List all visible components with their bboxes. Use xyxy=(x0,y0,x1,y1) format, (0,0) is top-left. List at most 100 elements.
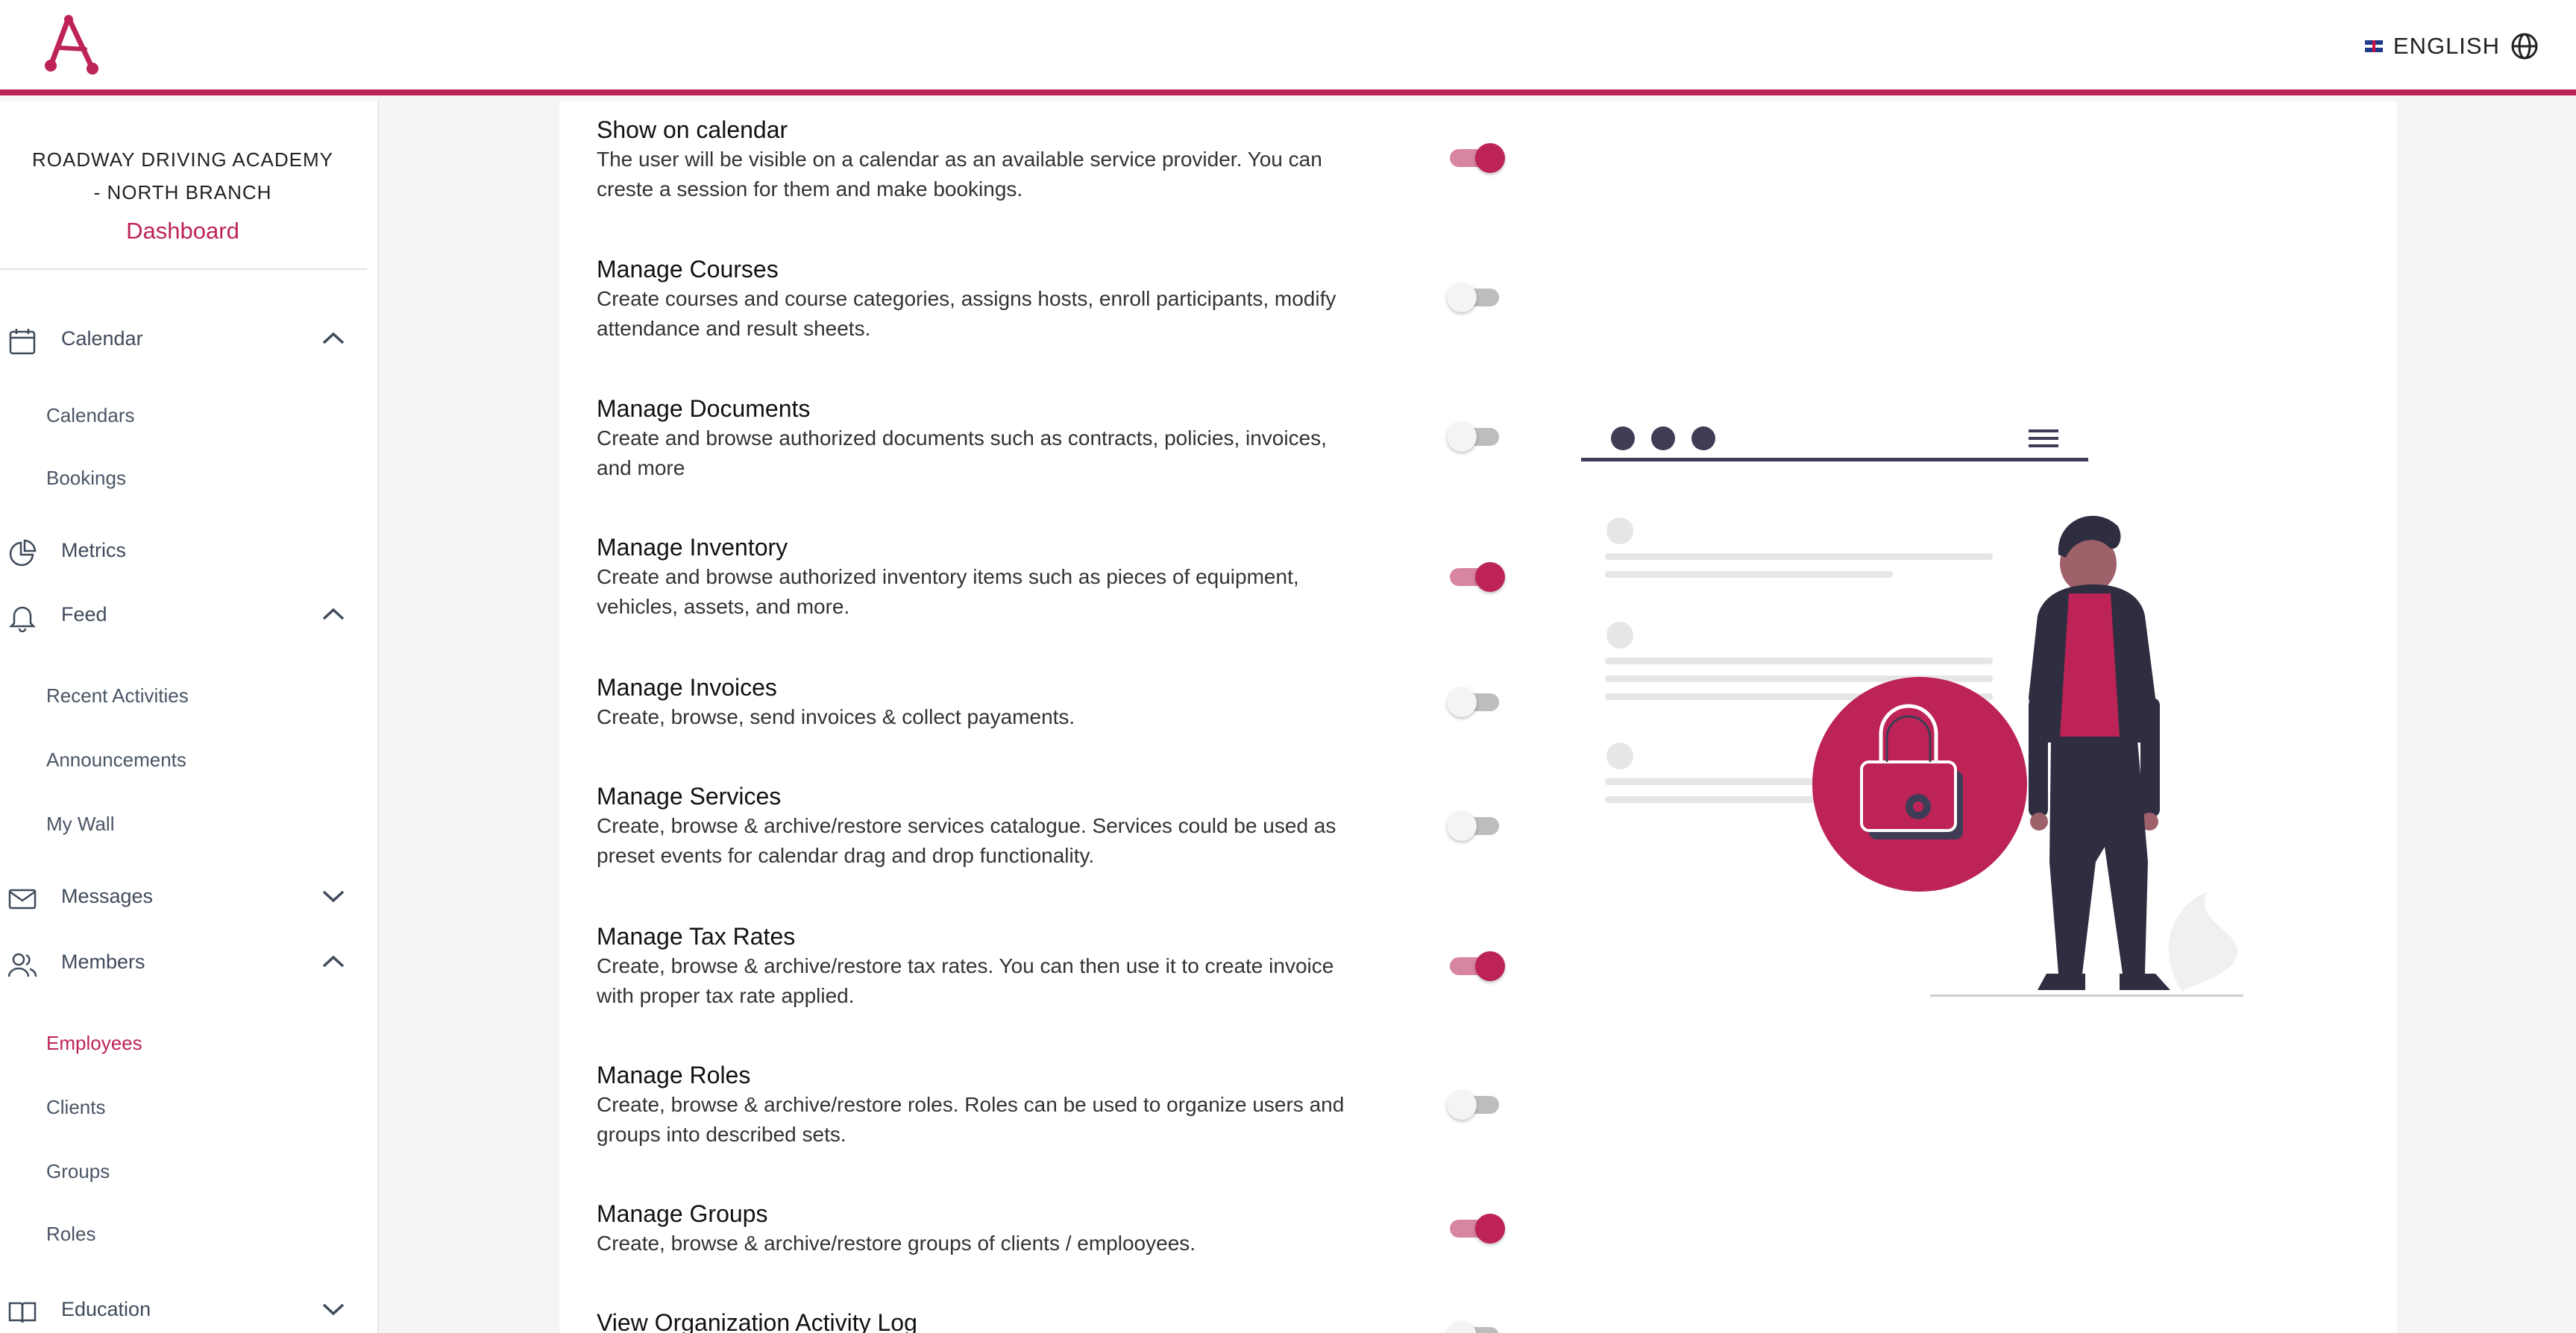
org-name-line1: ROADWAY DRIVING ACADEMY xyxy=(32,148,333,171)
permission-desc-line: Create and browse authorized inventory i… xyxy=(597,565,1299,588)
toggle-switch[interactable] xyxy=(1447,686,1505,717)
toggle-knob xyxy=(1447,687,1477,717)
permission-desc-line: Create, browse & archive/restore tax rat… xyxy=(597,954,1334,977)
sidebar-item-employees[interactable]: Employees xyxy=(46,1024,345,1062)
sidebar-label-feed: Feed xyxy=(61,602,107,625)
calendar-icon xyxy=(9,329,36,355)
permission-description: Create, browse & archive/restore groups … xyxy=(597,1229,1372,1258)
chevron-up-icon[interactable] xyxy=(321,328,346,349)
toggle-switch[interactable] xyxy=(1447,561,1505,592)
toggle-knob xyxy=(1475,562,1505,592)
sidebar-item-bookings[interactable]: Bookings xyxy=(46,459,345,497)
permission-desc-line: Create, browse & archive/restore roles. … xyxy=(597,1093,1345,1116)
permission-desc-line: creste a session for them and make booki… xyxy=(597,177,1023,201)
sidebar-label-messages: Messages xyxy=(61,884,154,907)
toggle-switch[interactable] xyxy=(1447,142,1505,173)
sidebar-section-messages[interactable]: Messages xyxy=(0,874,365,918)
permission-title: Manage Roles xyxy=(597,1062,751,1088)
permission-manage-invoices: Manage Invoices Create, browse, send inv… xyxy=(597,672,1663,732)
toggle-knob xyxy=(1475,143,1505,173)
toggle-knob xyxy=(1447,1090,1477,1120)
organization-name: ROADWAY DRIVING ACADEMY - NORTH BRANCH xyxy=(0,143,365,209)
sidebar-section-feed[interactable]: Feed xyxy=(0,592,365,637)
chevron-down-icon[interactable] xyxy=(321,886,346,907)
permission-desc-line: attendance and result sheets. xyxy=(597,317,871,340)
permission-description: Create and browse authorized inventory i… xyxy=(597,562,1372,622)
toggle-switch[interactable] xyxy=(1447,1320,1505,1333)
uk-flag-icon xyxy=(2364,40,2383,52)
permission-desc-line: The user will be visible on a calendar a… xyxy=(597,148,1322,171)
toggle-switch[interactable] xyxy=(1447,810,1505,841)
chevron-up-icon[interactable] xyxy=(321,604,346,625)
permission-manage-tax-rates: Manage Tax Rates Create, browse & archiv… xyxy=(597,921,1663,1011)
sidebar-divider xyxy=(0,268,367,270)
permission-manage-roles: Manage Roles Create, browse & archive/re… xyxy=(597,1060,1663,1150)
permission-desc-line: Create and browse authorized documents s… xyxy=(597,426,1327,450)
toggle-switch[interactable] xyxy=(1447,281,1505,312)
permission-manage-groups: Manage Groups Create, browse & archive/r… xyxy=(597,1199,1663,1258)
toggle-switch[interactable] xyxy=(1447,1212,1505,1244)
toggle-knob xyxy=(1447,422,1477,452)
permission-view-activity-log: View Organization Activity Log xyxy=(597,1308,1663,1333)
sidebar-label-calendar: Calendar xyxy=(61,327,143,350)
sidebar-item-clients[interactable]: Clients xyxy=(46,1088,345,1126)
chevron-down-icon[interactable] xyxy=(321,1299,346,1320)
sidebar-item-recent-activities[interactable]: Recent Activities xyxy=(46,677,345,714)
permission-description: Create courses and course categories, as… xyxy=(597,284,1372,344)
toggle-switch[interactable] xyxy=(1447,950,1505,981)
sidebar: ROADWAY DRIVING ACADEMY - NORTH BRANCH D… xyxy=(0,101,379,1333)
language-selector[interactable]: ENGLISH xyxy=(2364,30,2539,63)
permission-desc-line: with proper tax rate applied. xyxy=(597,984,855,1007)
dashboard-link[interactable]: Dashboard xyxy=(0,218,365,245)
top-bar: ENGLISH xyxy=(0,0,2576,95)
permission-manage-documents: Manage Documents Create and browse autho… xyxy=(597,394,1663,483)
permission-desc-line: Create, browse & archive/restore service… xyxy=(597,814,1336,837)
sidebar-label-members: Members xyxy=(61,950,145,973)
permission-show-on-calendar: Show on calendar The user will be visibl… xyxy=(597,115,1663,204)
language-label: ENGLISH xyxy=(2393,33,2500,59)
toggle-knob xyxy=(1475,951,1505,981)
sidebar-item-groups[interactable]: Groups xyxy=(46,1153,345,1190)
users-icon xyxy=(7,953,37,977)
permission-manage-services: Manage Services Create, browse & archive… xyxy=(597,781,1663,871)
permission-manage-courses: Manage Courses Create courses and course… xyxy=(597,254,1663,344)
permission-title: Manage Services xyxy=(597,783,782,810)
sidebar-label-metrics: Metrics xyxy=(61,538,126,561)
bell-icon xyxy=(8,606,37,632)
permission-desc-line: Create courses and course categories, as… xyxy=(597,287,1336,310)
toggle-knob xyxy=(1475,1214,1505,1244)
toggle-knob xyxy=(1447,1321,1477,1333)
chevron-up-icon[interactable] xyxy=(321,951,346,972)
permission-title: Manage Courses xyxy=(597,256,779,283)
permission-title: Show on calendar xyxy=(597,116,788,143)
permission-description: Create, browse & archive/restore tax rat… xyxy=(597,951,1372,1011)
sidebar-section-metrics[interactable]: Metrics xyxy=(0,528,365,573)
sidebar-section-education[interactable]: Education xyxy=(0,1287,365,1332)
sidebar-item-roles[interactable]: Roles xyxy=(46,1215,345,1252)
permission-title: Manage Documents xyxy=(597,395,811,422)
app-logo[interactable] xyxy=(43,12,100,75)
permission-description: Create and browse authorized documents s… xyxy=(597,423,1372,483)
sidebar-section-members[interactable]: Members xyxy=(0,939,365,984)
permission-desc-line: vehicles, assets, and more. xyxy=(597,595,850,618)
sidebar-item-my-wall[interactable]: My Wall xyxy=(46,805,345,842)
toggle-knob xyxy=(1447,811,1477,841)
sidebar-label-education: Education xyxy=(61,1297,151,1320)
org-name-line2: - NORTH BRANCH xyxy=(93,181,272,204)
permissions-card: Show on calendar The user will be visibl… xyxy=(559,101,2397,1333)
sidebar-section-calendar[interactable]: Calendar xyxy=(0,316,365,361)
book-icon xyxy=(8,1302,37,1323)
permission-desc-line: preset events for calendar drag and drop… xyxy=(597,844,1095,867)
permission-description: The user will be visible on a calendar a… xyxy=(597,145,1372,204)
toggle-knob xyxy=(1447,283,1477,312)
sidebar-item-calendars[interactable]: Calendars xyxy=(46,397,345,434)
permission-desc-line: Create, browse, send invoices & collect … xyxy=(597,705,1075,728)
permission-desc-line: groups into described sets. xyxy=(597,1123,846,1146)
security-lock-illustration xyxy=(1581,426,2243,997)
permission-title: Manage Inventory xyxy=(597,534,788,561)
toggle-switch[interactable] xyxy=(1447,1088,1505,1120)
sidebar-item-announcements[interactable]: Announcements xyxy=(46,741,345,778)
permission-manage-inventory: Manage Inventory Create and browse autho… xyxy=(597,532,1663,622)
pie-chart-icon xyxy=(9,539,37,567)
toggle-switch[interactable] xyxy=(1447,420,1505,452)
